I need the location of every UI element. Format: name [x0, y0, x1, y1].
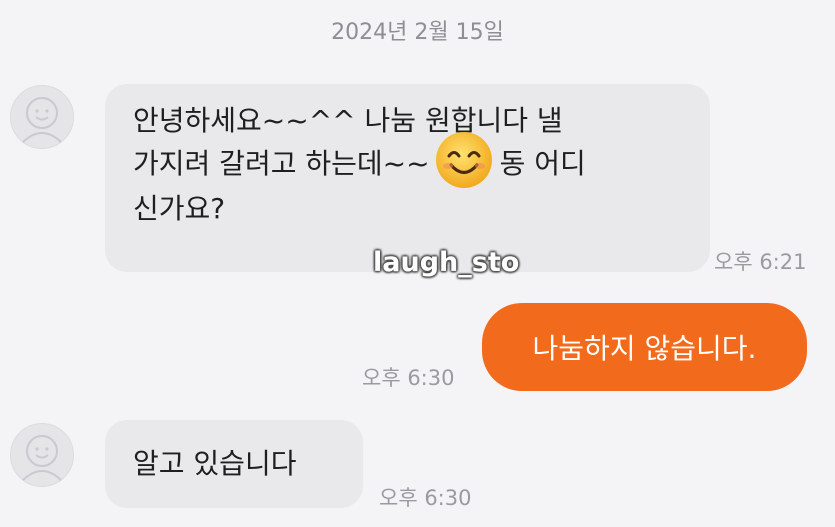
message-text-line: 안녕하세요~~^^ 나눔 원합니다 낼: [133, 104, 563, 137]
avatar[interactable]: [10, 423, 74, 487]
date-header: 2024년 2월 15일: [331, 20, 504, 45]
smiling-face-emoji-icon: [434, 130, 494, 190]
message-text: 나눔하지 않습니다.: [532, 332, 757, 365]
message-text: 알고 있습니다: [133, 447, 297, 480]
message-text-line: 가지려 갈려고 하는데~~ 동 어디: [133, 132, 682, 188]
message-timestamp: 오후 6:21: [714, 250, 807, 274]
message-bubble-incoming[interactable]: 안녕하세요~~^^ 나눔 원합니다 낼 가지려 갈려고 하는데~~ 동 어디 신…: [105, 84, 710, 272]
message-timestamp: 오후 6:30: [379, 486, 472, 510]
message-text-line: 신가요?: [133, 192, 226, 225]
message-bubble-outgoing[interactable]: 나눔하지 않습니다.: [482, 303, 807, 391]
message-timestamp: 오후 6:30: [362, 366, 455, 390]
default-avatar-icon: [22, 97, 62, 143]
message-bubble-incoming[interactable]: 알고 있습니다: [105, 420, 363, 508]
watermark: laugh_sto: [373, 247, 520, 278]
default-avatar-icon: [22, 435, 62, 481]
avatar[interactable]: [10, 85, 74, 149]
